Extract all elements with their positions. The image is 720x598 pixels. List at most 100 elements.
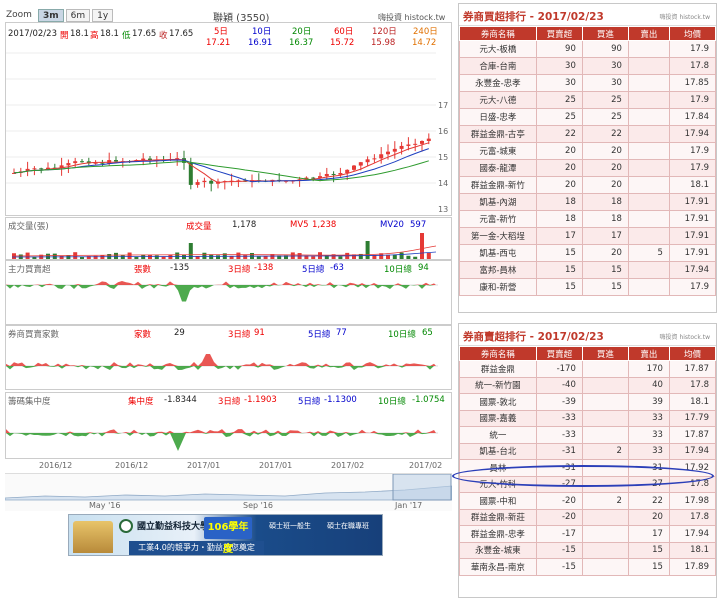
table-row[interactable]: 元大-板橋 90 90 17.9 (459, 40, 717, 58)
concentration-plot[interactable]: 籌碼集中度 集中度 -1.8344 3日總 -1.1903 5日總 -1.130… (5, 392, 452, 459)
broker-name-link[interactable]: 統一 (459, 426, 537, 444)
broker-name-link[interactable]: 華南永昌-南京 (459, 558, 537, 576)
table-cell: 18.1 (668, 393, 717, 411)
table-row[interactable]: 永豐金-忠孝 30 30 17.85 (459, 74, 717, 92)
table-row[interactable]: 永豐金-城東 -15 15 18.1 (459, 541, 717, 559)
table-cell: 17.87 (668, 426, 717, 444)
mv5-label: MV5 (290, 220, 309, 230)
table-row[interactable]: 群益金鼎-古亭 22 22 17.94 (459, 125, 717, 143)
table-cell (581, 360, 629, 378)
broker-name-link[interactable]: 群益金鼎-忠孝 (459, 525, 537, 543)
table-row[interactable]: 康和-新營 15 15 17.9 (459, 278, 717, 296)
broker-name-link[interactable]: 員林 (459, 459, 537, 477)
candle-body (406, 144, 411, 146)
table-cell (627, 193, 670, 211)
table-row[interactable]: 元大-八德 25 25 17.9 (459, 91, 717, 109)
broker-name-link[interactable]: 群益金鼎-古亭 (459, 125, 537, 143)
volume-bar (216, 255, 220, 259)
broker-name-link[interactable]: 群益金鼎 (459, 360, 537, 378)
broker-name-link[interactable]: 國票-中和 (459, 492, 537, 510)
table-row[interactable]: 凱基-西屯 15 20 5 17.91 (459, 244, 717, 262)
table-cell: 15 (535, 278, 583, 296)
broker-name-link[interactable]: 凱基-台北 (459, 442, 537, 460)
broker-name-link[interactable]: 群益金鼎-新莊 (459, 508, 537, 526)
broker-name-link[interactable]: 元大-竹科 (459, 475, 537, 493)
table-row[interactable]: 群益金鼎-新竹 20 20 18.1 (459, 176, 717, 194)
buy-ranking-header: 券商買超排行 - 2017/02/23 嗨投資 histock.tw (459, 4, 716, 26)
broker-name-link[interactable]: 元大-板橋 (459, 40, 537, 58)
table-row[interactable]: 元富-城東 20 20 17.9 (459, 142, 717, 160)
broker-name-link[interactable]: 元大-八德 (459, 91, 537, 109)
broker-name-link[interactable]: 凱基-西屯 (459, 244, 537, 262)
zoom-6m-button[interactable]: 6m (65, 8, 91, 22)
zoom-3m-button[interactable]: 3m (37, 8, 64, 22)
time-navigator[interactable]: May '16 Sep '16 Jan '17 (4, 473, 453, 511)
table-row[interactable]: 群益金鼎-新莊 -20 20 17.8 (459, 508, 717, 526)
broker-name-link[interactable]: 元富-新竹 (459, 210, 537, 228)
buy-ranking-body: 元大-板橋 90 90 17.9 合庫-台南 30 30 17.8 永豐金-忠孝 30 30 17.8… (459, 40, 717, 296)
table-row[interactable]: 元富-新竹 18 18 17.91 (459, 210, 717, 228)
table-row[interactable]: 國票-中和 -20 2 22 17.98 (459, 492, 717, 510)
broker-name-link[interactable]: 凱基-內湖 (459, 193, 537, 211)
table-row[interactable]: 日盛-忠孝 25 25 17.84 (459, 108, 717, 126)
volume-bar (256, 256, 261, 259)
table-row[interactable]: 第一金-大稻埕 17 17 17.91 (459, 227, 717, 245)
table-row[interactable]: 統一 -33 33 17.87 (459, 426, 717, 444)
table-row[interactable]: 凱基-台北 -31 2 33 17.94 (459, 442, 717, 460)
broker-name-link[interactable]: 國泰-龍潭 (459, 159, 537, 177)
table-row[interactable]: 華南永昌-南京 -15 15 17.89 (459, 558, 717, 576)
table-row[interactable]: 群益金鼎 -170 170 17.87 (459, 360, 717, 378)
table-row[interactable]: 國泰-龍潭 20 20 17.9 (459, 159, 717, 177)
table-row[interactable]: 國票-敦北 -39 39 18.1 (459, 393, 717, 411)
broker-name-link[interactable]: 永豐金-忠孝 (459, 74, 537, 92)
broker-name-link[interactable]: 富邦-員林 (459, 261, 537, 279)
table-row[interactable]: 員林 -31 31 17.92 (459, 459, 717, 477)
table-cell: 20 (581, 142, 629, 160)
sell-ranking-source: 嗨投資 histock.tw (659, 334, 710, 341)
high-label: 高 (90, 31, 99, 41)
table-cell: 18 (581, 193, 629, 211)
indicator-title: 券商買賣家數 (8, 330, 60, 340)
broker-name-link[interactable]: 統一-新竹園 (459, 376, 537, 394)
volume-plot[interactable]: 成交量(張) 成交量 1,178 MV5 1,238 MV20 597 (5, 217, 452, 260)
table-cell: -17 (535, 525, 583, 543)
table-row[interactable]: 富邦-員林 15 15 17.94 (459, 261, 717, 279)
table-cell: 20 (535, 176, 583, 194)
indicator-v1: -135 (170, 263, 190, 273)
broker-name-link[interactable]: 國票-嘉義 (459, 409, 537, 427)
table-row[interactable]: 統一-新竹園 -40 40 17.8 (459, 376, 717, 394)
table-row[interactable]: 合庫-台南 30 30 17.8 (459, 57, 717, 75)
zoom-1y-button[interactable]: 1y (92, 8, 114, 22)
sell-ranking-header: 券商賣超排行 - 2017/02/23 嗨投資 histock.tw (459, 324, 716, 346)
broker-name-link[interactable]: 永豐金-城東 (459, 541, 537, 559)
table-cell: 90 (581, 40, 629, 58)
candlestick-plot[interactable]: 17 16 15 14 13 (5, 22, 452, 216)
main-force-plot[interactable]: 主力買賣超 張數 -135 3日總 -138 5日總 -63 10日總 94 (5, 260, 452, 325)
broker-name-link[interactable]: 國票-敦北 (459, 393, 537, 411)
column-header: 券商名稱 (459, 346, 537, 361)
table-cell: 20 (535, 142, 583, 160)
ad-banner[interactable]: 國立勤益科技大學 工業4.0的競爭力・勤益為您奠定 106學年度 碩士班一般生 … (68, 514, 383, 556)
table-cell: 17.87 (668, 360, 717, 378)
table-row[interactable]: 凱基-內湖 18 18 17.91 (459, 193, 717, 211)
broker-name-link[interactable]: 合庫-台南 (459, 57, 537, 75)
broker-name-link[interactable]: 元富-城東 (459, 142, 537, 160)
zoom-bar: Zoom 3m 6m 1y (6, 8, 114, 22)
broker-name-link[interactable]: 康和-新營 (459, 278, 537, 296)
table-cell: 17.94 (668, 442, 717, 460)
table-row[interactable]: 元大-竹科 -27 27 17.8 (459, 475, 717, 493)
table-cell: 17.94 (668, 261, 717, 279)
y-tick: 16 (438, 127, 449, 136)
table-row[interactable]: 群益金鼎-忠孝 -17 17 17.94 (459, 525, 717, 543)
table-row[interactable]: 國票-嘉義 -33 33 17.79 (459, 409, 717, 427)
table-cell: 30 (535, 57, 583, 75)
broker-count-plot[interactable]: 券商買賣家數 家數 29 3日總 91 5日總 77 10日總 65 (5, 325, 452, 390)
broker-name-link[interactable]: 日盛-忠孝 (459, 108, 537, 126)
buy-ranking-title: 券商買超排行 - 2017/02/23 (463, 11, 604, 23)
indicator-k3: 5日總 (308, 330, 331, 340)
indicator-v4: 65 (422, 328, 433, 338)
broker-name-link[interactable]: 群益金鼎-新竹 (459, 176, 537, 194)
ma20-value: 16.37 (289, 38, 314, 48)
broker-name-link[interactable]: 第一金-大稻埕 (459, 227, 537, 245)
table-cell: 22 (627, 492, 670, 510)
